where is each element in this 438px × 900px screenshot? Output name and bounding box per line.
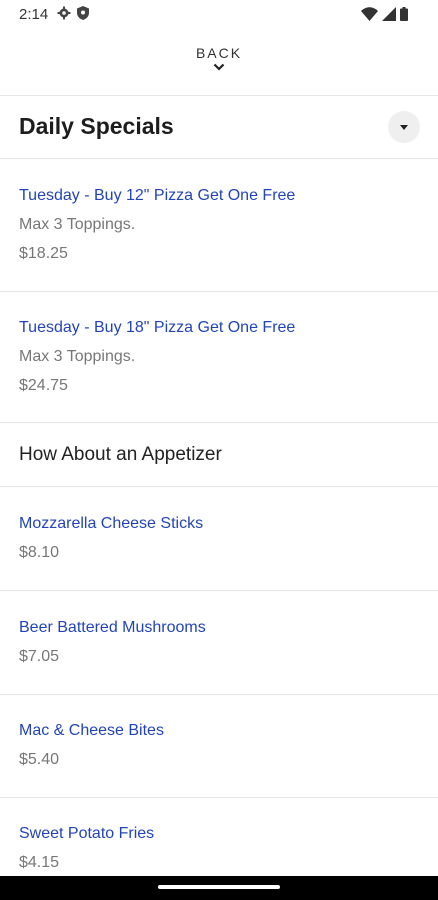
section-title: Daily Specials (19, 113, 174, 139)
section-header: Daily Specials (0, 96, 438, 158)
shield-icon (77, 6, 89, 20)
back-label: BACK (195, 45, 243, 61)
status-icons-right (361, 7, 408, 21)
item-name: Beer Battered Mushrooms (19, 619, 206, 636)
item-name: Tuesday - Buy 18" Pizza Get One Free (19, 319, 296, 336)
menu-item[interactable]: Tuesday - Buy 12" Pizza Get One Free Max… (0, 159, 438, 291)
chevron-down-icon (213, 63, 225, 71)
item-name: Mac & Cheese Bites (19, 722, 164, 739)
status-time: 2:14 (19, 6, 49, 23)
item-name: Sweet Potato Fries (19, 825, 155, 842)
item-price: $8.10 (19, 544, 60, 561)
item-price: $5.40 (19, 751, 60, 768)
collapse-section-button[interactable] (388, 111, 420, 143)
category-header: How About an Appetizer (19, 444, 222, 465)
item-name: Tuesday - Buy 12" Pizza Get One Free (19, 187, 296, 204)
menu-item[interactable]: Mozzarella Cheese Sticks $8.10 (0, 487, 438, 590)
gear-icon (57, 6, 71, 20)
item-name: Mozzarella Cheese Sticks (19, 515, 204, 532)
item-price: $4.15 (19, 854, 60, 871)
home-gesture-handle[interactable] (158, 885, 280, 889)
battery-icon (400, 7, 408, 21)
status-icons-left (57, 6, 89, 20)
divider (0, 422, 438, 423)
menu-item[interactable]: Beer Battered Mushrooms $7.05 (0, 591, 438, 694)
caret-down-icon (400, 124, 408, 130)
item-price: $7.05 (19, 648, 60, 665)
item-description: Max 3 Toppings. (19, 216, 136, 233)
menu-item[interactable]: Sweet Potato Fries $4.15 (0, 798, 438, 876)
item-description: Max 3 Toppings. (19, 348, 136, 365)
wifi-icon (361, 7, 378, 21)
item-price: $18.25 (19, 245, 68, 262)
back-button[interactable]: BACK (0, 38, 438, 94)
cellular-signal-icon (382, 7, 396, 21)
status-bar: 2:14 (0, 0, 438, 30)
menu-item[interactable]: Mac & Cheese Bites $5.40 (0, 695, 438, 797)
item-price: $24.75 (19, 377, 68, 394)
menu-item[interactable]: Tuesday - Buy 18" Pizza Get One Free Max… (0, 292, 438, 422)
